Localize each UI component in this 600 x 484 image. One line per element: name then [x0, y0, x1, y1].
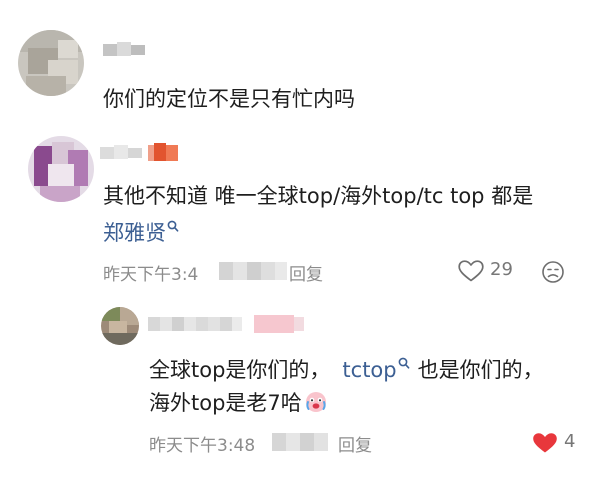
reply-button[interactable]: 回复: [289, 260, 323, 285]
like-button[interactable]: 29: [458, 258, 528, 284]
like-button[interactable]: 4: [532, 431, 582, 455]
reply-text-line2: 海外top是老7哈: [149, 387, 328, 417]
comment-text: 你们的定位不是只有忙内吗: [103, 87, 355, 111]
username-blurred[interactable]: [100, 141, 182, 165]
username-blurred[interactable]: [148, 313, 308, 335]
time-blurred: [219, 260, 287, 282]
avatar[interactable]: [28, 136, 94, 202]
heart-icon: [458, 260, 484, 286]
comment-time: 昨天下午3:4: [103, 265, 199, 285]
comment-text-line2: 郑雅贤: [103, 215, 179, 247]
search-link-icon: [398, 352, 410, 369]
like-count: 4: [564, 431, 576, 452]
time-blurred: [272, 431, 334, 453]
crying-emoji-icon: [304, 389, 328, 413]
reply-text-part: 也是你们的，: [417, 358, 544, 382]
avatar[interactable]: [101, 307, 139, 345]
reply-time: 昨天下午3:48: [149, 436, 256, 456]
reply-text-part: 全球top是你们的，: [149, 358, 331, 382]
reply-text-line1: 全球top是你们的， tctop 也是你们的，: [149, 352, 544, 384]
reply-text-part: 海外top是老7哈: [149, 391, 302, 415]
dislike-face-icon[interactable]: [541, 260, 565, 288]
username-blurred[interactable]: [103, 40, 147, 58]
reply-button[interactable]: 回复: [338, 431, 372, 456]
mention-link[interactable]: 郑雅贤: [103, 221, 166, 245]
mention-link[interactable]: tctop: [342, 358, 396, 382]
avatar[interactable]: [18, 30, 84, 96]
comment-text: 其他不知道 唯一全球top/海外top/tc top 都是: [103, 184, 534, 208]
search-link-icon: [167, 215, 179, 232]
like-count: 29: [490, 259, 513, 280]
heart-filled-icon: [532, 432, 558, 458]
